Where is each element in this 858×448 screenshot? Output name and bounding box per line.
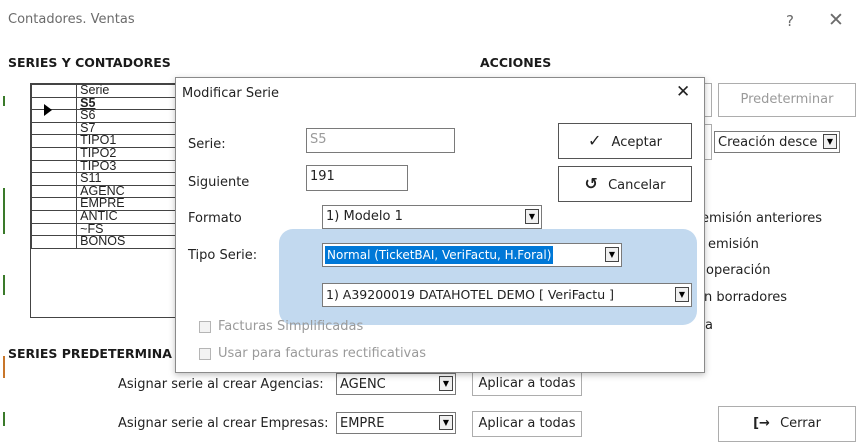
grid-indicator-cell[interactable] <box>31 134 78 148</box>
edge-marker <box>3 96 5 106</box>
siguiente-label: Siguiente <box>188 175 250 190</box>
grid-indicator-cell[interactable] <box>31 159 78 174</box>
assign-empresas-label: Asignar serie al crear Empresas: <box>118 416 329 431</box>
tipo-serie-combo[interactable]: Normal (TicketBAI, VeriFactu, H.Foral) ▼ <box>322 243 622 267</box>
serie-field[interactable]: S5 <box>306 128 455 153</box>
action-borradores[interactable]: n borradores <box>704 290 787 305</box>
empresas-combo-value: EMPRE <box>340 416 385 431</box>
creacion-combo-value: Creación desce <box>718 135 818 150</box>
predeterminadas-section-title: SERIES PREDETERMINA <box>8 346 172 361</box>
acciones-section-title: ACCIONES <box>480 55 552 70</box>
table-row[interactable]: TIPO3 <box>31 159 179 174</box>
formato-label: Formato <box>188 211 242 226</box>
exit-icon: [→ <box>753 416 770 431</box>
serie-field-value: S5 <box>310 132 327 147</box>
formato-combo[interactable]: 1) Modelo 1 ▼ <box>322 205 542 229</box>
cancelar-button[interactable]: ↺ Cancelar <box>558 166 692 202</box>
edge-marker <box>3 356 5 378</box>
siguiente-field-value: 191 <box>310 169 335 184</box>
cerrar-button[interactable]: [→ Cerrar <box>718 406 856 442</box>
close-icon[interactable]: ✕ <box>676 82 690 102</box>
grid-indicator-cell[interactable] <box>31 172 78 186</box>
aplicar-empresas-button[interactable]: Aplicar a todas <box>472 411 582 437</box>
agencias-combo-value: AGENC <box>340 377 386 392</box>
edge-marker <box>3 412 5 426</box>
cerrar-label: Cerrar <box>780 416 821 431</box>
row-selector-icon <box>44 104 52 116</box>
undo-icon: ↺ <box>584 174 598 193</box>
table-row[interactable]: BONOS <box>31 235 179 249</box>
chevron-down-icon[interactable]: ▼ <box>439 376 453 391</box>
aceptar-label: Aceptar <box>611 135 663 150</box>
serie-label: Serie: <box>188 137 226 152</box>
grid-indicator-cell[interactable] <box>31 209 78 224</box>
edge-marker <box>3 275 5 295</box>
window-title: Contadores. Ventas <box>8 12 135 27</box>
grid-header-row: Serie <box>31 84 179 98</box>
aceptar-button[interactable]: ✓ Aceptar <box>558 123 692 159</box>
grid-indicator-cell[interactable] <box>31 146 78 161</box>
grid-indicator-cell <box>31 84 78 98</box>
grid-indicator-cell[interactable] <box>31 222 78 237</box>
series-section-title: SERIES Y CONTADORES <box>8 55 171 70</box>
edge-marker <box>3 188 5 234</box>
action-emision-anteriores[interactable]: emisión anteriores <box>701 211 822 226</box>
tipo-serie-combo-value: Normal (TicketBAI, VeriFactu, H.Foral) <box>325 246 554 264</box>
aplicar-agencias-button[interactable]: Aplicar a todas <box>472 372 582 396</box>
grid-indicator-cell[interactable] <box>31 184 78 199</box>
cancelar-label: Cancelar <box>608 178 666 193</box>
empresa-combo[interactable]: 1) A39200019 DATAHOTEL DEMO [ VeriFactu … <box>322 283 692 307</box>
checkmark-icon: ✓ <box>587 131 602 150</box>
series-grid[interactable]: Serie S5 S6 S7 TIPO1 TIPO2 TIPO3 S11 AGENC EMPRE… <box>30 83 180 318</box>
simplificadas-label: Facturas Simplificadas <box>218 319 364 334</box>
dialog-title: Modificar Serie <box>182 86 280 101</box>
grid-indicator-cell[interactable] <box>31 109 78 123</box>
table-row[interactable]: S6 <box>31 109 179 123</box>
predeterminar-button[interactable]: Predeterminar <box>718 83 856 117</box>
grid-indicator-cell[interactable] <box>31 235 78 249</box>
help-icon[interactable]: ? <box>786 12 794 30</box>
chevron-down-icon[interactable]: ▼ <box>525 209 539 224</box>
action-operacion[interactable]: operación <box>706 263 770 278</box>
chevron-down-icon[interactable]: ▼ <box>439 415 453 430</box>
agencias-combo[interactable]: AGENC ▼ <box>336 373 456 395</box>
table-row[interactable]: S5 <box>31 96 179 111</box>
action-emision[interactable]: emisión <box>708 237 759 252</box>
assign-agencias-label: Asignar serie al crear Agencias: <box>118 377 324 392</box>
grid-indicator-cell[interactable] <box>31 96 78 111</box>
empresas-combo[interactable]: EMPRE ▼ <box>336 412 456 434</box>
tipo-serie-label: Tipo Serie: <box>188 248 258 263</box>
grid-indicator-cell[interactable] <box>31 121 78 136</box>
table-row[interactable]: ANTIC <box>31 209 179 224</box>
siguiente-field[interactable]: 191 <box>306 165 408 191</box>
simplificadas-checkbox[interactable] <box>199 321 211 333</box>
empresa-combo-value: 1) A39200019 DATAHOTEL DEMO [ VeriFactu … <box>326 287 614 302</box>
rectificativas-checkbox[interactable] <box>199 348 211 360</box>
creacion-combo[interactable]: Creación desce ▼ <box>714 131 840 153</box>
grid-serie-cell[interactable]: BONOS <box>76 235 179 249</box>
chevron-down-icon[interactable]: ▼ <box>675 287 689 302</box>
chevron-down-icon[interactable]: ▼ <box>823 134 837 149</box>
formato-combo-value: 1) Modelo 1 <box>326 209 403 224</box>
grid-indicator-cell[interactable] <box>31 197 78 211</box>
action-other[interactable]: a <box>705 318 713 333</box>
chevron-down-icon[interactable]: ▼ <box>605 247 619 262</box>
close-icon[interactable]: ✕ <box>828 9 844 31</box>
rectificativas-label: Usar para facturas rectificativas <box>218 346 426 361</box>
